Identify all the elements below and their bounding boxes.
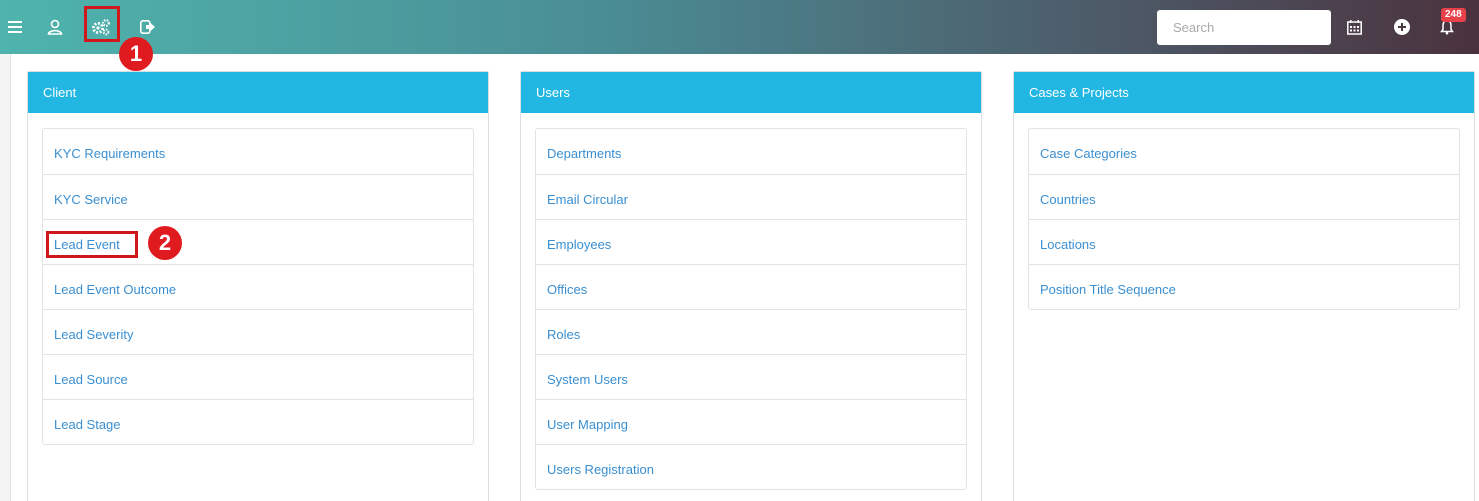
list-item-user-mapping[interactable]: User Mapping — [536, 399, 966, 444]
list-item-locations[interactable]: Locations — [1029, 219, 1459, 264]
list-item-countries[interactable]: Countries — [1029, 174, 1459, 219]
panel-client: Client KYC Requirements KYC Service Lead… — [27, 71, 489, 501]
panel-title: Cases & Projects — [1014, 72, 1474, 113]
list-item-kyc-service[interactable]: KYC Service — [43, 174, 473, 219]
add-circle-icon[interactable] — [1387, 12, 1417, 42]
list-item-lead-severity[interactable]: Lead Severity — [43, 309, 473, 354]
users-list: Departments Email Circular Employees Off… — [535, 128, 967, 490]
panel-title: Client — [28, 72, 488, 113]
notification-count-badge: 248 — [1441, 8, 1466, 22]
list-item-position-title-sequence[interactable]: Position Title Sequence — [1029, 264, 1459, 309]
list-item-roles[interactable]: Roles — [536, 309, 966, 354]
list-item-email-circular[interactable]: Email Circular — [536, 174, 966, 219]
panel-title: Users — [521, 72, 981, 113]
list-item-users-registration[interactable]: Users Registration — [536, 444, 966, 489]
list-item-employees[interactable]: Employees — [536, 219, 966, 264]
panel-cases-projects: Cases & Projects Case Categories Countri… — [1013, 71, 1475, 501]
search-input[interactable] — [1157, 10, 1331, 45]
list-item-kyc-requirements[interactable]: KYC Requirements — [43, 129, 473, 174]
highlight-box-lead-event — [46, 231, 138, 258]
list-item-lead-stage[interactable]: Lead Stage — [43, 399, 473, 444]
hamburger-menu-icon[interactable] — [0, 12, 30, 42]
list-item-system-users[interactable]: System Users — [536, 354, 966, 399]
top-navbar: 248 — [0, 0, 1479, 54]
panel-users: Users Departments Email Circular Employe… — [520, 71, 982, 501]
list-item-lead-source[interactable]: Lead Source — [43, 354, 473, 399]
user-icon[interactable] — [40, 12, 70, 42]
cases-projects-list: Case Categories Countries Locations Posi… — [1028, 128, 1460, 310]
highlight-box-settings — [84, 6, 120, 42]
sidebar-rail — [0, 54, 11, 501]
client-list: KYC Requirements KYC Service Lead Event … — [42, 128, 474, 445]
list-item-offices[interactable]: Offices — [536, 264, 966, 309]
list-item-lead-event-outcome[interactable]: Lead Event Outcome — [43, 264, 473, 309]
calendar-icon[interactable] — [1339, 12, 1369, 42]
list-item-departments[interactable]: Departments — [536, 129, 966, 174]
step-marker-1: 1 — [119, 37, 153, 71]
list-item-case-categories[interactable]: Case Categories — [1029, 129, 1459, 174]
step-marker-2: 2 — [148, 226, 182, 260]
